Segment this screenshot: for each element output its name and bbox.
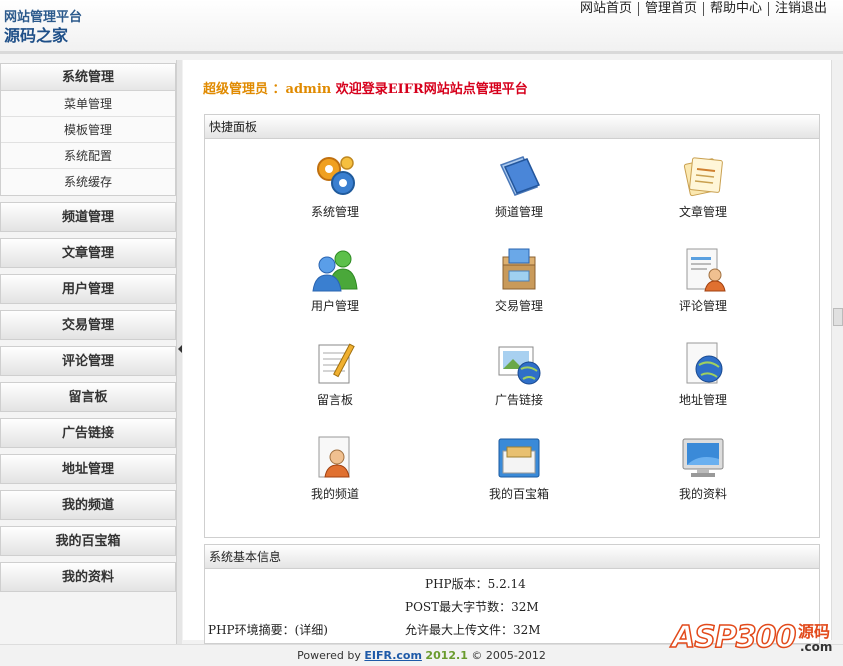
tile-label: 我的频道 (310, 487, 359, 501)
scroll-thumb[interactable] (833, 308, 843, 326)
gears-icon (317, 156, 355, 195)
welcome-text: 欢迎登录EIFR网站站点管理平台 (335, 82, 528, 97)
tile-address[interactable]: 地址管理 (643, 329, 763, 417)
header: 网站管理平台 源码之家 网站首页 管理首页 帮助中心 注销退出 (0, 0, 843, 54)
sidebar-item-profile[interactable]: 我的资料 (0, 562, 176, 592)
php-summary[interactable]: PHP环境摘要：(详细) (208, 621, 328, 638)
sidebar-item-address[interactable]: 地址管理 (0, 454, 176, 484)
tile-label: 系统管理 (310, 205, 359, 219)
sidebar-item-toolbox[interactable]: 我的百宝箱 (0, 526, 176, 556)
welcome-user: ：admin (272, 82, 332, 97)
main-scrollbar[interactable] (831, 60, 843, 640)
tile-label: 交易管理 (494, 299, 543, 313)
sidebar-sub-template[interactable]: 模板管理 (1, 117, 175, 143)
sidebar-item-my-channel[interactable]: 我的频道 (0, 490, 176, 520)
notepad-icon (318, 343, 355, 384)
footer-powered: Powered by (297, 649, 361, 662)
file-box-icon (498, 438, 540, 478)
top-nav: 网站首页 管理首页 帮助中心 注销退出 (574, 2, 833, 16)
notes-icon (683, 157, 723, 197)
tile-my-channel[interactable]: 我的频道 (275, 423, 395, 511)
sidebar-sub-menu[interactable]: 菜单管理 (1, 91, 175, 117)
nav-admin-home[interactable]: 管理首页 (637, 2, 703, 16)
tile-article[interactable]: 文章管理 (643, 141, 763, 229)
tile-trade[interactable]: 交易管理 (459, 235, 579, 323)
package-icon (502, 248, 536, 290)
nav-logout[interactable]: 注销退出 (767, 2, 833, 16)
folders-icon (499, 156, 541, 196)
tile-label: 用户管理 (310, 299, 359, 313)
tile-label: 评论管理 (678, 299, 727, 313)
system-info-title: 系统基本信息 (205, 545, 819, 569)
sidebar-item-guestbook[interactable]: 留言板 (0, 382, 176, 412)
tile-user[interactable]: 用户管理 (275, 235, 395, 323)
tile-ad-link[interactable]: 广告链接 (459, 329, 579, 417)
watermark-asp: ASP300 (671, 619, 797, 656)
welcome-message: 超级管理员 ：admin 欢迎登录EIFR网站站点管理平台 (203, 78, 528, 97)
welcome-role: 超级管理员 (203, 82, 269, 97)
sidebar-item-comment[interactable]: 评论管理 (0, 346, 176, 376)
sidebar-group-system: 系统管理 菜单管理 模板管理 系统配置 系统缓存 (0, 63, 176, 196)
footer-version: 2012.1 (425, 649, 468, 662)
tile-label: 留言板 (316, 393, 353, 407)
collapse-arrow-icon[interactable] (178, 345, 182, 353)
sidebar-item-user[interactable]: 用户管理 (0, 274, 176, 304)
document-person-icon (318, 436, 350, 478)
tile-comment[interactable]: 评论管理 (643, 235, 763, 323)
tile-label: 地址管理 (678, 393, 727, 407)
sidebar-item-article[interactable]: 文章管理 (0, 238, 176, 268)
tile-label: 频道管理 (494, 205, 543, 219)
tile-label: 广告链接 (494, 393, 543, 407)
image-globe-icon (498, 346, 541, 385)
watermark-cn: 源码 (798, 622, 831, 641)
footer-link[interactable]: EIFR.com (364, 649, 422, 662)
sidebar-item-channel[interactable]: 频道管理 (0, 202, 176, 232)
users-icon (312, 250, 358, 292)
nav-help-center[interactable]: 帮助中心 (702, 2, 768, 16)
document-globe-icon (686, 342, 723, 384)
tile-label: 文章管理 (678, 205, 727, 219)
tile-label: 我的资料 (678, 487, 727, 501)
sidebar-item-trade[interactable]: 交易管理 (0, 310, 176, 340)
brand-logo-text: 源码之家 (4, 26, 69, 45)
quick-panel-title: 快捷面板 (205, 115, 819, 139)
tile-toolbox[interactable]: 我的百宝箱 (459, 423, 579, 511)
watermark-logo: ASP300 源码 .com (671, 612, 840, 662)
upload-max-size: 允许最大上传文件：32M (405, 623, 541, 637)
document-user-icon (686, 248, 726, 292)
tile-system[interactable]: 系统管理 (275, 141, 395, 229)
nav-site-home[interactable]: 网站首页 (574, 2, 638, 16)
sidebar-group-title[interactable]: 系统管理 (1, 63, 175, 91)
footer-copyright: © 2005-2012 (471, 649, 546, 662)
watermark-com: .com (800, 640, 833, 654)
sidebar-sub-config[interactable]: 系统配置 (1, 143, 175, 169)
sidebar-sub-cache[interactable]: 系统缓存 (1, 169, 175, 195)
tile-channel[interactable]: 频道管理 (459, 141, 579, 229)
sidebar-splitter[interactable] (176, 60, 182, 650)
tile-guestbook[interactable]: 留言板 (275, 329, 395, 417)
php-version: PHP版本：5.2.14 (425, 577, 526, 591)
sidebar: 系统管理 菜单管理 模板管理 系统配置 系统缓存 频道管理 文章管理 用户管理 … (0, 60, 176, 650)
monitor-icon (682, 438, 724, 477)
quick-panel: 快捷面板 系统管理 频道管理 文章管理 用户管理 交易管理 评论管理 留言板 广… (204, 114, 820, 538)
tile-profile[interactable]: 我的资料 (643, 423, 763, 511)
main-content: 超级管理员 ：admin 欢迎登录EIFR网站站点管理平台 快捷面板 系统管理 (183, 60, 831, 644)
sidebar-item-ad-link[interactable]: 广告链接 (0, 418, 176, 448)
post-max-size: POST最大字节数：32M (405, 600, 539, 614)
tile-label: 我的百宝箱 (488, 487, 549, 501)
